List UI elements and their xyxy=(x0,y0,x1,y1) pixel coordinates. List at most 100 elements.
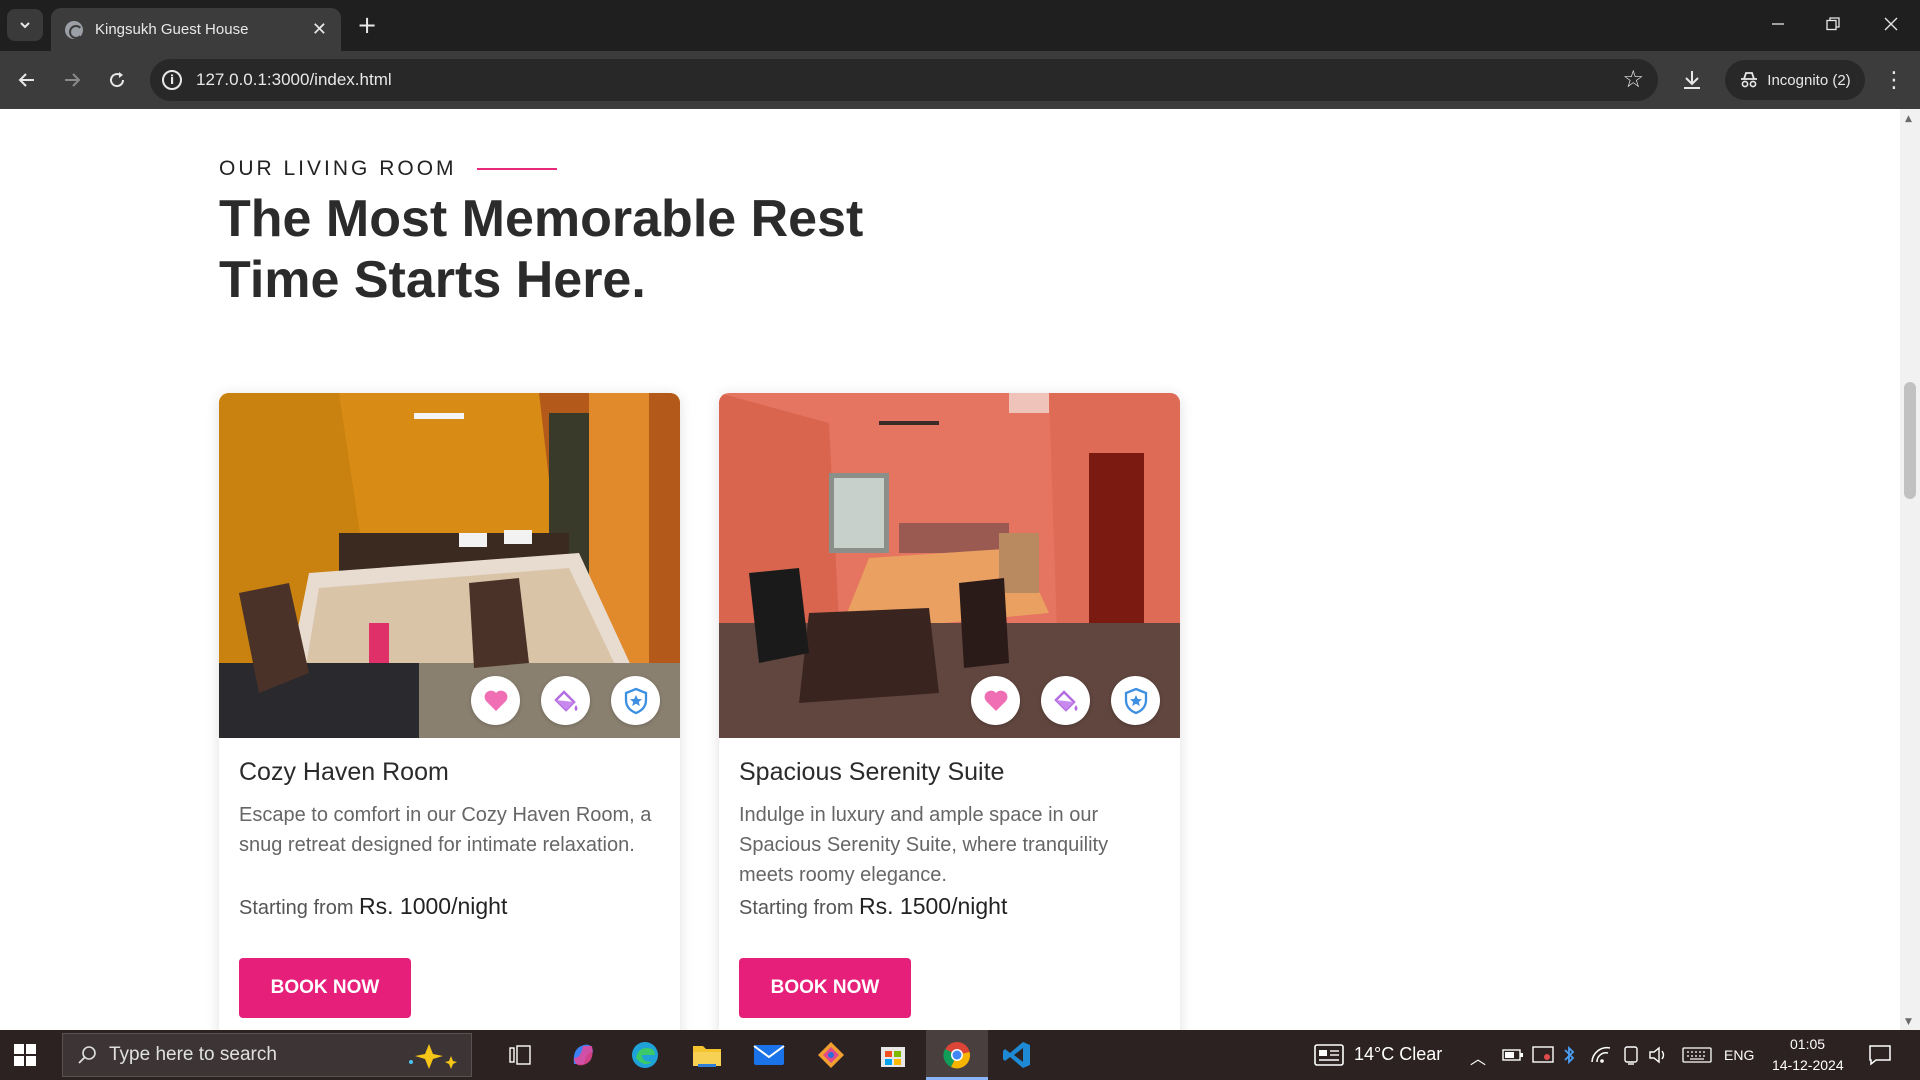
price-amount: Rs. 1500/night xyxy=(859,893,1008,919)
task-view-button[interactable] xyxy=(502,1037,538,1073)
store-icon xyxy=(881,1047,905,1067)
minimize-icon xyxy=(1772,23,1784,25)
room-amenity-icons xyxy=(471,676,660,725)
room-title: Spacious Serenity Suite xyxy=(739,758,1005,786)
arrow-left-icon xyxy=(18,73,34,87)
paint-bucket-icon xyxy=(553,689,577,712)
paint-button[interactable] xyxy=(541,676,590,725)
edge-app[interactable] xyxy=(627,1037,663,1073)
arrow-right-icon xyxy=(65,73,81,87)
incognito-icon xyxy=(1741,72,1758,88)
heart-icon xyxy=(484,690,507,711)
section-headline: The Most Memorable Rest Time Starts Here… xyxy=(219,189,1019,311)
weather-news-icon xyxy=(1314,1044,1344,1066)
scroll-down-icon[interactable]: ▼ xyxy=(1905,1017,1912,1027)
wifi-icon[interactable] xyxy=(1590,1046,1612,1064)
book-now-button[interactable]: BOOK NOW xyxy=(239,958,411,1018)
forward-button[interactable] xyxy=(53,61,91,99)
volume-icon[interactable] xyxy=(1648,1046,1670,1064)
keyboard-icon[interactable] xyxy=(1682,1047,1712,1063)
reload-button[interactable] xyxy=(98,61,136,99)
security-button[interactable] xyxy=(1111,676,1160,725)
battery-icon[interactable] xyxy=(1502,1048,1524,1062)
restore-icon xyxy=(1826,17,1840,31)
room-price: Starting from Rs. 1000/night xyxy=(239,893,507,920)
room-card: Cozy Haven Room Escape to comfort in our… xyxy=(219,393,680,1030)
room-description: Escape to comfort in our Cozy Haven Room… xyxy=(239,804,652,856)
tab-search-button[interactable] xyxy=(7,9,43,41)
restore-button[interactable] xyxy=(1803,8,1863,40)
weather-widget[interactable]: 14°C Clear xyxy=(1354,1044,1442,1065)
close-window-button[interactable] xyxy=(1861,8,1920,40)
browser-tab[interactable]: Kingsukh Guest House ✕ xyxy=(51,8,341,51)
close-tab-icon[interactable]: ✕ xyxy=(312,19,327,40)
vscode-app[interactable] xyxy=(999,1037,1035,1073)
reload-icon xyxy=(110,72,125,88)
favorite-button[interactable] xyxy=(471,676,520,725)
search-icon xyxy=(78,1046,96,1064)
headline-line-2: Time Starts Here. xyxy=(219,251,646,309)
folder-icon xyxy=(693,1046,721,1067)
bookmark-star-icon[interactable]: ☆ xyxy=(1622,65,1644,93)
screen-capture-icon[interactable] xyxy=(1532,1046,1554,1064)
git-app[interactable] xyxy=(813,1037,849,1073)
windows-start-button[interactable] xyxy=(14,1044,36,1066)
site-info-icon[interactable]: i xyxy=(162,70,182,90)
chrome-app[interactable] xyxy=(939,1037,975,1073)
edge-icon xyxy=(632,1042,658,1068)
back-button[interactable] xyxy=(8,61,46,99)
clock-time[interactable]: 01:05 xyxy=(1790,1036,1825,1052)
tab-title: Kingsukh Guest House xyxy=(95,21,249,38)
browser-menu-button[interactable]: ⋮ xyxy=(1876,62,1912,98)
show-hidden-icons-chevron-icon[interactable]: ︿ xyxy=(1470,1045,1486,1069)
section-eyebrow: OUR LIVING ROOM xyxy=(219,157,557,181)
incognito-indicator[interactable]: Incognito (2) xyxy=(1725,60,1865,100)
room-title: Cozy Haven Room xyxy=(239,758,449,786)
scrollbar-thumb[interactable] xyxy=(1904,382,1916,499)
headline-line-1: The Most Memorable Rest xyxy=(219,190,864,248)
mail-icon xyxy=(753,1045,785,1065)
taskbar-search-input[interactable]: Type here to search xyxy=(62,1033,472,1077)
file-explorer-app[interactable] xyxy=(689,1037,725,1073)
task-view-icon xyxy=(509,1045,531,1065)
room-amenity-icons xyxy=(971,676,1160,725)
shield-star-icon xyxy=(1124,687,1147,714)
price-prefix: Starting from xyxy=(739,897,854,919)
security-button[interactable] xyxy=(611,676,660,725)
address-bar[interactable]: i 127.0.0.1:3000/index.html ☆ xyxy=(150,59,1658,101)
clock-date[interactable]: 14-12-2024 xyxy=(1772,1057,1844,1073)
language-indicator[interactable]: ENG xyxy=(1724,1047,1754,1063)
book-now-button[interactable]: BOOK NOW xyxy=(739,958,911,1018)
heart-icon xyxy=(984,690,1007,711)
page-viewport: OUR LIVING ROOM The Most Memorable Rest … xyxy=(0,109,1920,1030)
price-prefix: Starting from xyxy=(239,897,354,919)
chevron-down-icon xyxy=(20,22,30,29)
price-amount: Rs. 1000/night xyxy=(359,893,508,919)
eyebrow-text: OUR LIVING ROOM xyxy=(219,157,457,180)
search-placeholder: Type here to search xyxy=(109,1044,277,1065)
room-description: Indulge in luxury and ample space in our… xyxy=(739,804,1109,886)
room-price: Starting from Rs. 1500/night xyxy=(739,893,1007,920)
close-icon xyxy=(1884,17,1898,31)
scroll-up-icon[interactable]: ▲ xyxy=(1905,114,1912,124)
new-tab-button[interactable]: + xyxy=(352,10,382,40)
device-icon[interactable] xyxy=(1622,1045,1640,1065)
downloads-button[interactable] xyxy=(1672,60,1712,100)
eyebrow-accent-line xyxy=(476,168,557,170)
bluetooth-icon[interactable] xyxy=(1562,1044,1576,1066)
mail-app[interactable] xyxy=(751,1037,787,1073)
room-card: Spacious Serenity Suite Indulge in luxur… xyxy=(719,393,1180,1030)
browser-toolbar: i 127.0.0.1:3000/index.html ☆ xyxy=(0,51,1920,109)
chrome-icon xyxy=(943,1042,970,1069)
git-client-icon xyxy=(818,1042,844,1068)
minimize-button[interactable] xyxy=(1748,8,1808,40)
sparkle-icon xyxy=(409,1044,457,1069)
favorite-button[interactable] xyxy=(971,676,1020,725)
store-app[interactable] xyxy=(875,1037,911,1073)
page-scrollbar[interactable]: ▲ ▼ xyxy=(1900,109,1920,1030)
windows-taskbar: Type here to search 14°C Clear ︿ ENG 01:… xyxy=(0,1030,1920,1080)
paint-button[interactable] xyxy=(1041,676,1090,725)
copilot-icon xyxy=(573,1044,593,1066)
copilot-app[interactable] xyxy=(565,1037,601,1073)
notification-icon[interactable] xyxy=(1868,1044,1892,1066)
